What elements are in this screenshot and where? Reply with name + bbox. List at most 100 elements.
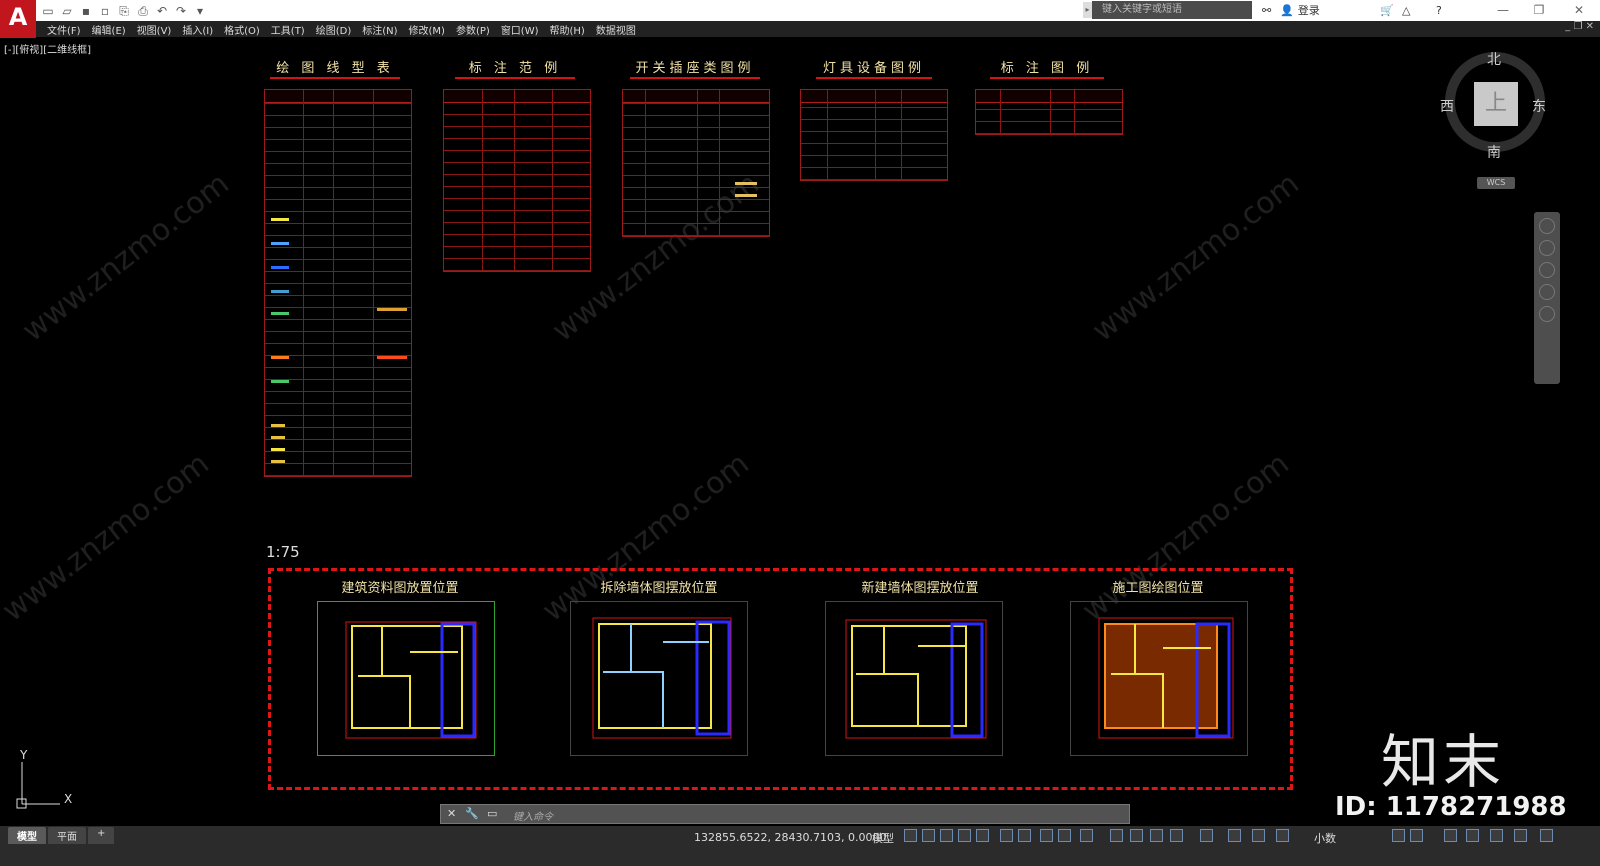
hardware-acceleration-icon[interactable] [1466, 829, 1479, 842]
line-sample [271, 436, 285, 439]
ucs-icon: Y X [16, 748, 86, 812]
new-file-icon[interactable]: ▭ [40, 3, 56, 19]
table-col-line [875, 90, 876, 180]
cart-icon[interactable]: 🛒 [1380, 2, 1394, 20]
menu-file[interactable]: 文件(F) [47, 22, 81, 37]
line-type-table [264, 89, 412, 477]
menu-format[interactable]: 格式(O) [224, 22, 260, 37]
menu-modify[interactable]: 修改(M) [409, 22, 445, 37]
tab-model[interactable]: 模型 [8, 827, 46, 844]
help-icon[interactable]: ? [1436, 2, 1442, 20]
cursor-coordinates[interactable]: 132855.6522, 28430.7103, 0.0000 [694, 831, 886, 844]
polar-icon[interactable] [958, 829, 971, 842]
object-tracking-icon[interactable] [1000, 829, 1013, 842]
scale-label: 1:75 [266, 543, 300, 561]
orbit-icon[interactable] [1539, 284, 1555, 300]
open-file-icon[interactable]: ▱ [59, 3, 75, 19]
sign-in-button[interactable]: 👤 登录 [1280, 2, 1320, 20]
close-command-icon[interactable]: ✕ [447, 807, 456, 820]
document-window-controls[interactable]: _ ❐ ✕ [1565, 21, 1594, 32]
menu-dimension[interactable]: 标注(N) [362, 22, 397, 37]
selection-filter-icon[interactable] [1130, 829, 1143, 842]
compass-north-label[interactable]: 北 [1487, 49, 1501, 69]
menu-help[interactable]: 帮助(H) [550, 22, 585, 37]
table-col-line [333, 90, 334, 476]
viewcube-top-face[interactable]: 上 [1474, 82, 1518, 126]
settings-gear-icon[interactable] [1276, 829, 1289, 842]
showmotion-icon[interactable] [1539, 306, 1555, 322]
menu-window[interactable]: 窗口(W) [501, 22, 539, 37]
menu-parametric[interactable]: 参数(P) [456, 22, 490, 37]
search-expand-icon[interactable]: ▸ [1083, 2, 1092, 18]
line-sample [377, 308, 407, 311]
pan-icon[interactable] [1539, 240, 1555, 256]
menu-draw[interactable]: 绘图(D) [316, 22, 352, 37]
selection-cycling-icon[interactable] [1080, 829, 1093, 842]
workspace-dropdown-icon[interactable]: ▾ [192, 3, 208, 19]
isodraft-icon[interactable] [976, 829, 989, 842]
plan-caption: 建筑资料图放置位置 [341, 581, 459, 596]
gizmo-icon[interactable] [1150, 829, 1163, 842]
autoscale-icon[interactable] [1200, 829, 1213, 842]
save-as-icon[interactable]: ▫ [97, 3, 113, 19]
lineweight-icon[interactable] [1040, 829, 1053, 842]
customization-icon[interactable] [1514, 829, 1527, 842]
isolate-objects-icon[interactable] [1444, 829, 1457, 842]
grid-icon[interactable] [904, 829, 917, 842]
wcs-menu[interactable]: WCS [1477, 177, 1515, 189]
ortho-icon[interactable] [940, 829, 953, 842]
application-menu-button[interactable]: A [0, 0, 36, 38]
legend-sample [735, 194, 757, 197]
add-layout-tab[interactable]: + [88, 827, 115, 844]
zoom-icon[interactable] [1539, 262, 1555, 278]
minimize-icon[interactable]: — [1488, 0, 1518, 20]
table-header [265, 90, 411, 103]
compass-east-label[interactable]: 东 [1532, 96, 1546, 116]
print-icon[interactable]: ⎙ [135, 3, 151, 19]
exchange-icon[interactable]: △ [1402, 2, 1410, 20]
floor-plan-new-walls [825, 601, 1003, 756]
search-input[interactable]: 键入关键字或短语 [1092, 1, 1252, 19]
line-sample [271, 266, 289, 269]
line-sample [271, 448, 285, 451]
tab-layout[interactable]: 平面 [48, 827, 86, 844]
menu-data-view[interactable]: 数据视图 [596, 22, 636, 37]
export-icon[interactable]: ⎘ [116, 3, 132, 19]
annotation-scale-icon[interactable] [1228, 829, 1241, 842]
workspace-switch-icon[interactable] [1252, 829, 1265, 842]
binoculars-icon[interactable]: ⚯ [1262, 2, 1271, 20]
annotation-visibility-icon[interactable] [1170, 829, 1183, 842]
compass-west-label[interactable]: 西 [1440, 96, 1454, 116]
compass-south-label[interactable]: 南 [1487, 142, 1501, 162]
lock-ui-icon[interactable] [1410, 829, 1423, 842]
restore-icon[interactable]: ❐ [1524, 0, 1554, 20]
redo-icon[interactable]: ↷ [173, 3, 189, 19]
recent-commands-icon[interactable]: ▭ [487, 807, 497, 820]
snap-icon[interactable] [922, 829, 935, 842]
clean-screen-icon[interactable] [1490, 829, 1503, 842]
line-type-table-title: 绘 图 线 型 表 [270, 57, 400, 79]
menu-insert[interactable]: 插入(I) [182, 22, 213, 37]
units-selector[interactable]: 小数 [1314, 830, 1336, 846]
menu-view[interactable]: 视图(V) [137, 22, 172, 37]
switch-socket-legend-table [622, 89, 770, 237]
transparency-icon[interactable] [1058, 829, 1071, 842]
save-icon[interactable]: ▪ [78, 3, 94, 19]
object-snap-icon[interactable] [1018, 829, 1031, 842]
menu-tools[interactable]: 工具(T) [271, 22, 305, 37]
legend-sample [735, 182, 757, 185]
command-line[interactable]: ✕ 🔧 ▭ 键入命令 [440, 804, 1130, 824]
model-space-toggle[interactable]: 模型 [872, 830, 894, 846]
close-icon[interactable]: ✕ [1564, 0, 1594, 20]
watermark-text: www.znzmo.com [0, 446, 216, 629]
steering-wheel-icon[interactable] [1539, 218, 1555, 234]
command-input[interactable]: 键入命令 [513, 808, 553, 823]
customize-icon[interactable]: 🔧 [465, 807, 479, 820]
quick-properties-icon[interactable] [1392, 829, 1405, 842]
dynamic-ucs-icon[interactable] [1110, 829, 1123, 842]
undo-icon[interactable]: ↶ [154, 3, 170, 19]
full-screen-icon[interactable] [1540, 829, 1553, 842]
menu-edit[interactable]: 编辑(E) [92, 22, 126, 37]
table-col-line [1000, 90, 1001, 134]
viewport-controls-label[interactable]: [-][俯视][二维线框] [4, 41, 91, 56]
